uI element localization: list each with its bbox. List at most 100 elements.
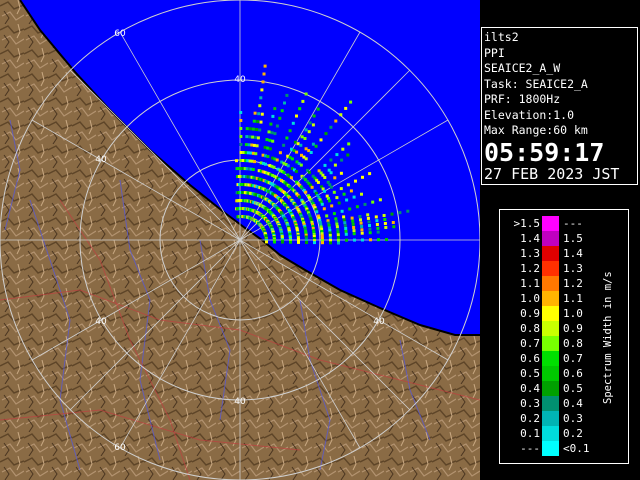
echo-gate [328, 199, 332, 203]
echo-gate [265, 240, 268, 244]
echo-gate [366, 216, 370, 220]
echo-gate [263, 64, 267, 68]
echo-gate [269, 122, 273, 126]
echo-gate [309, 151, 313, 154]
ring-label: 60 [114, 29, 126, 39]
echo-gate [324, 132, 328, 136]
echo-gate [262, 72, 266, 76]
echo-gate [359, 218, 362, 222]
echo-gate [273, 107, 277, 111]
echo-gate [307, 130, 311, 134]
elevation-value: Elevation:1.0 [484, 107, 575, 122]
echo-gate [310, 185, 314, 189]
echo-gate [332, 190, 336, 194]
echo-gate [299, 163, 303, 167]
echo-gate [273, 132, 277, 136]
legend-low-value: --- [520, 442, 540, 455]
echo-gate [374, 215, 378, 219]
echo-gate [366, 213, 370, 217]
echo-gate [304, 190, 308, 194]
echo-gate [336, 228, 340, 231]
echo-gate [293, 140, 297, 144]
scan-time: 05:59:17 [484, 137, 605, 167]
echo-gate [334, 219, 338, 223]
echo-gate [248, 127, 252, 131]
echo-gate [333, 163, 337, 167]
legend-title: Spectrum Width in m/s [602, 271, 614, 404]
echo-gate [235, 159, 238, 163]
max-range-value: Max Range:60 km [484, 123, 588, 137]
echo-gate [334, 119, 338, 123]
echo-gate [359, 221, 363, 225]
echo-gate [289, 176, 293, 180]
legend-low-value: 0.6 [520, 352, 540, 365]
legend-high-value: 0.7 [563, 352, 583, 365]
echo-gate [361, 175, 364, 179]
echo-gate [340, 209, 344, 213]
echo-gate [375, 223, 379, 226]
echo-gate [257, 112, 261, 116]
echo-gate [248, 135, 252, 139]
echo-gate [384, 226, 388, 229]
scan-date: 27 FEB 2023 JST [484, 164, 620, 183]
echo-gate [320, 202, 324, 206]
echo-gate [267, 130, 271, 134]
echo-gate [336, 233, 340, 237]
echo-gate [342, 218, 346, 222]
echo-gate [300, 135, 304, 139]
legend-low-value: 0.2 [520, 412, 540, 425]
echo-gate [339, 171, 343, 175]
echo-gate [348, 207, 352, 211]
legend-swatch [542, 291, 559, 306]
echo-gate [321, 241, 324, 245]
legend-swatch [542, 216, 559, 231]
echo-gate [266, 155, 270, 158]
legend-high-value: 1.2 [563, 277, 583, 290]
echo-gate [304, 92, 308, 96]
echo-gate [352, 226, 356, 229]
echo-gate [268, 138, 272, 142]
echo-gate [295, 114, 298, 118]
echo-gate [349, 189, 353, 193]
legend-swatch [542, 426, 559, 441]
ring-label: 40 [95, 155, 107, 165]
echo-gate [376, 230, 380, 234]
echo-gate [304, 128, 308, 132]
echo-gate [336, 230, 340, 234]
echo-gate [252, 143, 256, 147]
echo-gate [281, 240, 284, 244]
echo-gate [244, 143, 248, 147]
echo-gate [297, 195, 301, 199]
echo-gate [329, 171, 333, 175]
echo-gate [360, 228, 364, 232]
echo-gate [330, 204, 334, 208]
legend-low-value: 1.0 [520, 292, 540, 305]
echo-gate [260, 88, 264, 92]
legend-high-value: 0.8 [563, 337, 583, 350]
echo-gate [316, 180, 320, 184]
legend-swatch [542, 396, 559, 411]
echo-gate [376, 226, 380, 230]
task-name: Task: SEAICE2_A [484, 76, 588, 91]
echo-gate [255, 128, 259, 131]
echo-gate [308, 121, 312, 125]
echo-gate [342, 192, 346, 196]
legend-row: >1.5 --- [500, 216, 628, 231]
echo-gate [265, 138, 269, 142]
legend-low-value: 0.7 [520, 337, 540, 350]
legend-high-value: 0.2 [563, 427, 583, 440]
ring-label: 40 [234, 397, 246, 407]
echo-gate [377, 238, 380, 242]
echo-gate [343, 221, 347, 225]
echo-gate [272, 165, 276, 169]
echo-gate [352, 232, 356, 236]
ring-label: 40 [234, 75, 246, 85]
echo-gate [341, 147, 345, 151]
echo-gate [239, 135, 243, 138]
scan-info-panel: ilts2 PPI SEAICE2_A_W Task: SEAICE2_A PR… [481, 27, 638, 185]
echo-gate [239, 119, 243, 122]
legend-row: 0.2 0.3 [500, 411, 628, 426]
legend-swatch [542, 306, 559, 321]
echo-gate [254, 135, 257, 139]
echo-gate [349, 100, 353, 104]
